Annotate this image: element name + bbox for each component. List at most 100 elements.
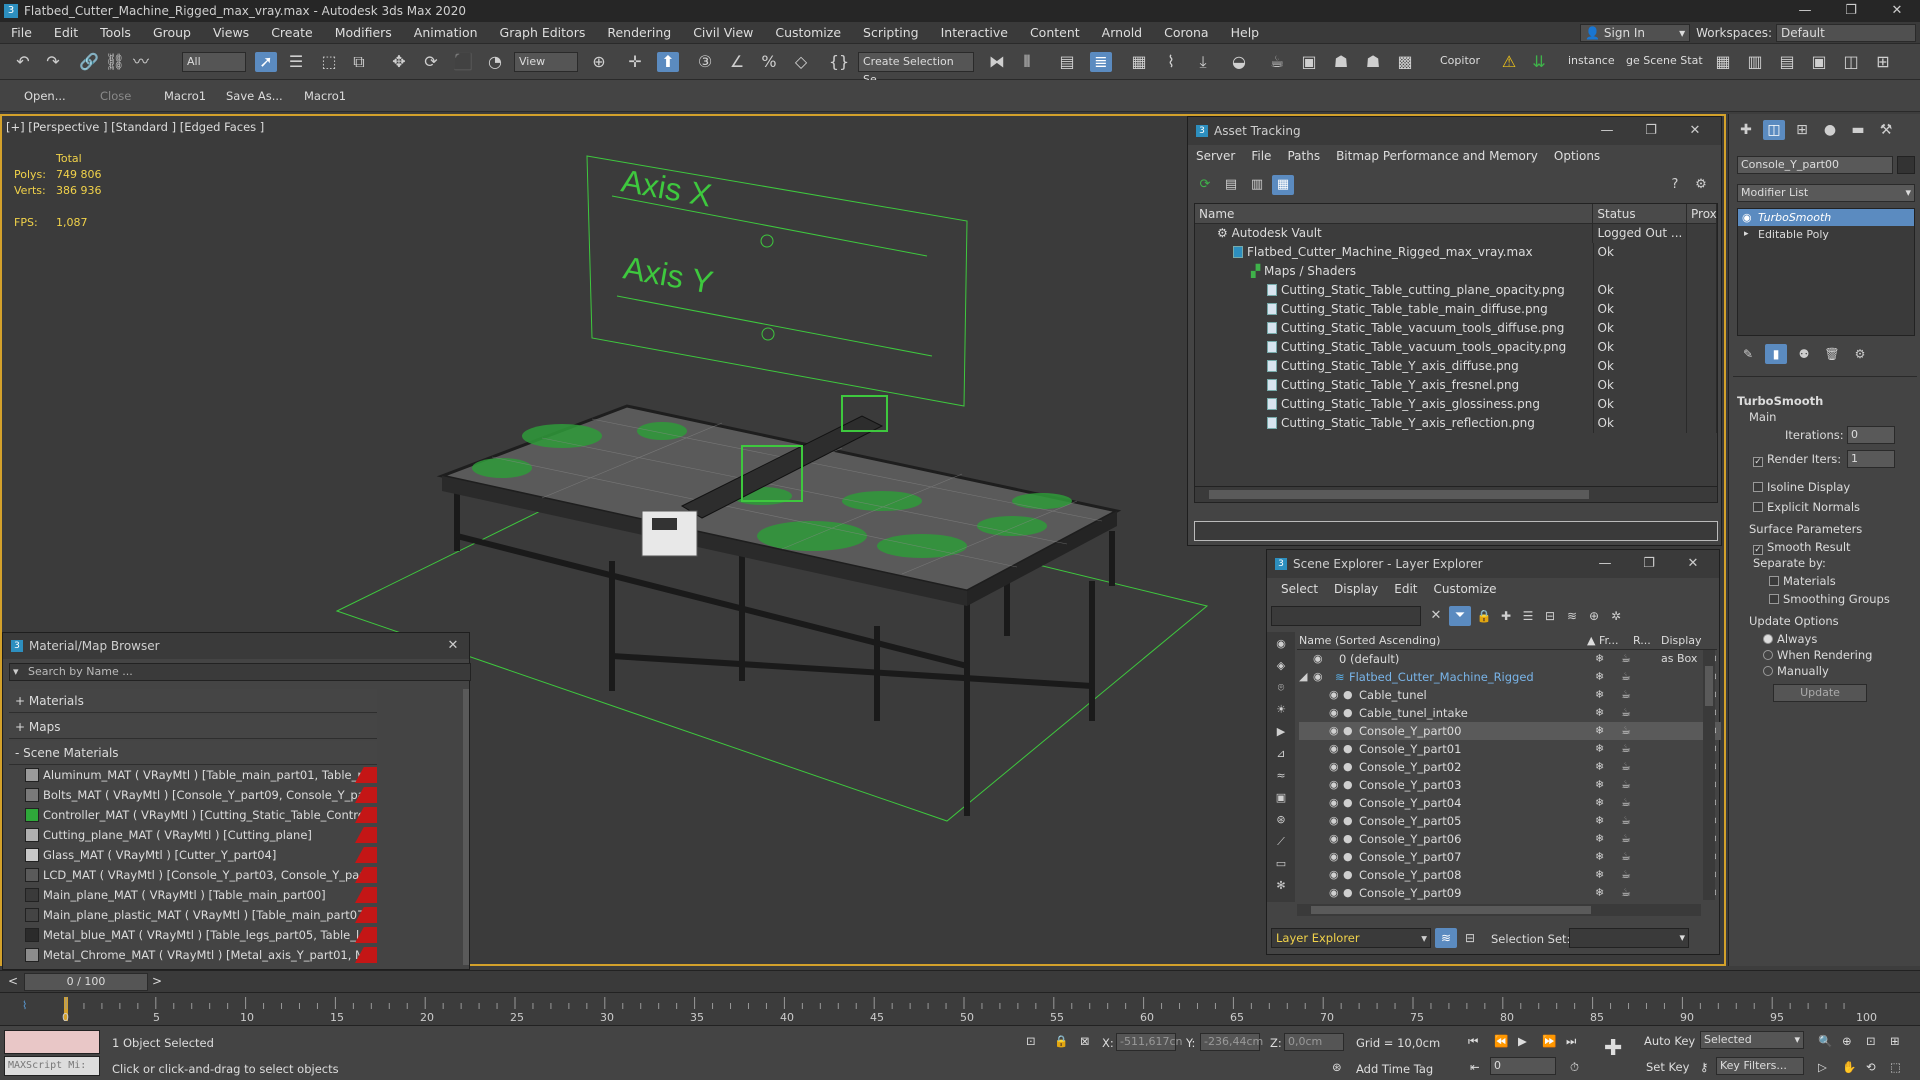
freeze-icon[interactable]: ❄ — [1595, 650, 1604, 668]
render-iterative-icon[interactable]: ☗ — [1362, 52, 1384, 72]
hierarchy-tab-icon[interactable]: ⊞ — [1791, 120, 1813, 140]
eye-icon[interactable]: ◉ — [1329, 812, 1339, 830]
list-item[interactable]: Metal_blue_MAT ( VRayMtl ) [Table_legs_p… — [25, 925, 377, 945]
menu-create[interactable]: Create — [260, 22, 324, 44]
keyboard-shortcut-override-icon[interactable]: ⬆ — [657, 52, 679, 72]
freeze-icon[interactable]: ❄ — [1595, 830, 1604, 848]
viewport-layout-5-icon[interactable]: ⊞ — [1872, 52, 1894, 72]
close-button[interactable]: ✕ — [441, 633, 465, 661]
layers-toggle-icon[interactable]: ≋ — [1435, 928, 1457, 948]
eye-icon[interactable]: ◉ — [1313, 668, 1323, 686]
spinner-snap-icon[interactable]: ◇ — [790, 52, 812, 72]
select-by-name-icon[interactable]: ☰ — [285, 52, 307, 72]
configure-sets-icon[interactable]: ⚙ — [1849, 344, 1871, 364]
go-to-end-icon[interactable]: ⏭ — [1566, 1034, 1576, 1049]
table-row[interactable]: Cutting_Static_Table_table_main_diffuse.… — [1195, 300, 1717, 319]
create-tab-icon[interactable]: ✚ — [1735, 120, 1757, 140]
zoom-icon[interactable]: 🔍 — [1818, 1034, 1832, 1048]
ribbon-icon[interactable]: ▦ — [1128, 52, 1150, 72]
detail-view-icon[interactable]: ▥ — [1246, 175, 1268, 195]
play-icon[interactable]: ▶ — [1518, 1034, 1527, 1048]
angle-snap-icon[interactable]: ∠ — [726, 52, 748, 72]
zoom-extents-all-icon[interactable]: ⊞ — [1890, 1034, 1900, 1048]
highlight-icon[interactable]: ✲ — [1605, 606, 1627, 626]
list-item[interactable]: Main_plane_MAT ( VRayMtl ) [Table_main_p… — [25, 885, 377, 905]
add-to-layer-icon[interactable]: ⊕ — [1583, 606, 1605, 626]
update-button[interactable]: Update — [1773, 684, 1867, 702]
maps-section[interactable]: + Maps — [9, 715, 377, 739]
macro1-button[interactable]: Macro1 — [164, 89, 206, 103]
current-frame-field[interactable]: 0 — [1490, 1057, 1556, 1075]
menu-bitmap-performance[interactable]: Bitmap Performance and Memory — [1328, 149, 1546, 163]
list-item[interactable]: ◉●Console_Y_part04❄☕⬡ — [1299, 794, 1721, 812]
eye-icon[interactable]: ◉ — [1329, 704, 1339, 722]
vertical-scrollbar[interactable] — [463, 689, 469, 965]
set-key-button[interactable]: Set Key — [1646, 1060, 1689, 1074]
move-icon[interactable]: ✥ — [388, 52, 410, 72]
add-time-tag[interactable]: Add Time Tag — [1356, 1062, 1433, 1076]
eye-icon[interactable]: ◉ — [1329, 758, 1339, 776]
smooth-result-checkbox[interactable]: ✓ Smooth Result — [1753, 540, 1851, 555]
freeze-icon[interactable]: ❄ — [1595, 794, 1604, 812]
next-frame-icon[interactable]: ⏩ — [1542, 1034, 1556, 1048]
always-radio[interactable]: Always — [1763, 632, 1817, 646]
selection-filter-select[interactable]: All — [182, 52, 246, 72]
teapot-icon[interactable]: ☕ — [1621, 866, 1631, 884]
col-frozen-header[interactable]: ▲ Fr... — [1587, 632, 1619, 650]
menu-customize[interactable]: Customize — [1426, 582, 1505, 596]
eye-icon[interactable]: ◉ — [1329, 848, 1339, 866]
list-item[interactable]: Glass_MAT ( VRayMtl ) [Cutter_Y_part04] — [25, 845, 377, 865]
time-slider-thumb[interactable]: 0 / 100 — [24, 973, 148, 991]
mirror-icon[interactable]: ⧓ — [986, 52, 1008, 72]
material-editor-icon[interactable]: ◒ — [1228, 52, 1250, 72]
close-button[interactable]: Close — [100, 89, 131, 103]
render-iters-spinner[interactable]: 1 — [1847, 450, 1895, 468]
make-unique-icon[interactable]: ⚉ — [1793, 344, 1815, 364]
show-end-result-icon[interactable]: ▮ — [1765, 344, 1787, 364]
render-in-cloud-icon[interactable]: ▩ — [1394, 52, 1416, 72]
z-coordinate-field[interactable]: 0,0cm — [1284, 1033, 1344, 1051]
freeze-icon[interactable]: ❄ — [1595, 884, 1604, 900]
menu-tools[interactable]: Tools — [89, 22, 142, 44]
menu-content[interactable]: Content — [1019, 22, 1091, 44]
list-item[interactable]: Aluminum_MAT ( VRayMtl ) [Table_main_par… — [25, 765, 377, 785]
orbit-icon[interactable]: ⟲ — [1866, 1060, 1876, 1074]
layer-explorer-icon[interactable]: ≣ — [1090, 52, 1112, 72]
display-tab-icon[interactable]: ▬ — [1847, 120, 1869, 140]
table-row[interactable]: Cutting_Static_Table_cutting_plane_opaci… — [1195, 281, 1717, 300]
copitor-label[interactable]: Copitor — [1440, 54, 1480, 67]
rotate-icon[interactable]: ⟳ — [420, 52, 442, 72]
teapot-icon[interactable]: ☕ — [1621, 794, 1631, 812]
menu-group[interactable]: Group — [142, 22, 202, 44]
hierarchy-toggle-icon[interactable]: ⊟ — [1459, 928, 1481, 948]
maximize-button[interactable]: ❐ — [1828, 0, 1874, 22]
list-item[interactable]: ◢◉≋Flatbed_Cutter_Machine_Rigged❄☕⬡ — [1299, 668, 1721, 686]
object-name-field[interactable]: Console_Y_part00 — [1737, 156, 1893, 174]
table-row[interactable]: Cutting_Static_Table_vacuum_tools_opacit… — [1195, 338, 1717, 357]
key-selection-select[interactable]: Selected ▾ — [1700, 1031, 1804, 1049]
minimize-button[interactable]: — — [1583, 550, 1627, 578]
list-item[interactable]: ◉●Console_Y_part05❄☕⬡ — [1299, 812, 1721, 830]
schematic-view-icon[interactable]: ⤓ — [1192, 52, 1214, 72]
selection-lock-icon[interactable]: 🔒 — [1054, 1034, 1068, 1048]
isolate-selection-icon[interactable]: ⊡ — [1026, 1034, 1036, 1048]
lock-icon[interactable]: 🔒 — [1473, 606, 1495, 626]
list-item[interactable]: ◉●Console_Y_part06❄☕⬡ — [1299, 830, 1721, 848]
link-icon[interactable]: 🔗 — [78, 52, 100, 72]
manually-radio[interactable]: Manually — [1763, 664, 1829, 678]
settings-icon[interactable]: ⚙ — [1690, 175, 1712, 195]
viewport-layout-icon[interactable]: ▥ — [1744, 52, 1766, 72]
maximize-button[interactable]: ❐ — [1629, 117, 1673, 145]
menu-arnold[interactable]: Arnold — [1091, 22, 1153, 44]
material-search-input[interactable]: ▾ Search by Name ... — [9, 663, 471, 681]
redo-icon[interactable]: ↷ — [42, 52, 64, 72]
render-iters-checkbox[interactable]: ✓ Render Iters: — [1753, 452, 1841, 467]
table-row[interactable]: Cutting_Static_Table_Y_axis_diffuse.png O… — [1195, 357, 1717, 376]
eye-icon[interactable]: ◉ — [1313, 650, 1323, 668]
menu-edit[interactable]: Edit — [1386, 582, 1425, 596]
table-row[interactable]: Cutting_Static_Table_Y_axis_glossiness.p… — [1195, 395, 1717, 414]
scene-materials-section[interactable]: - Scene Materials — [9, 741, 377, 765]
teapot-icon[interactable]: ☕ — [1621, 740, 1631, 758]
pivot-center-icon[interactable]: ⊕ — [588, 52, 610, 72]
eye-icon[interactable]: ◉ — [1742, 209, 1752, 226]
